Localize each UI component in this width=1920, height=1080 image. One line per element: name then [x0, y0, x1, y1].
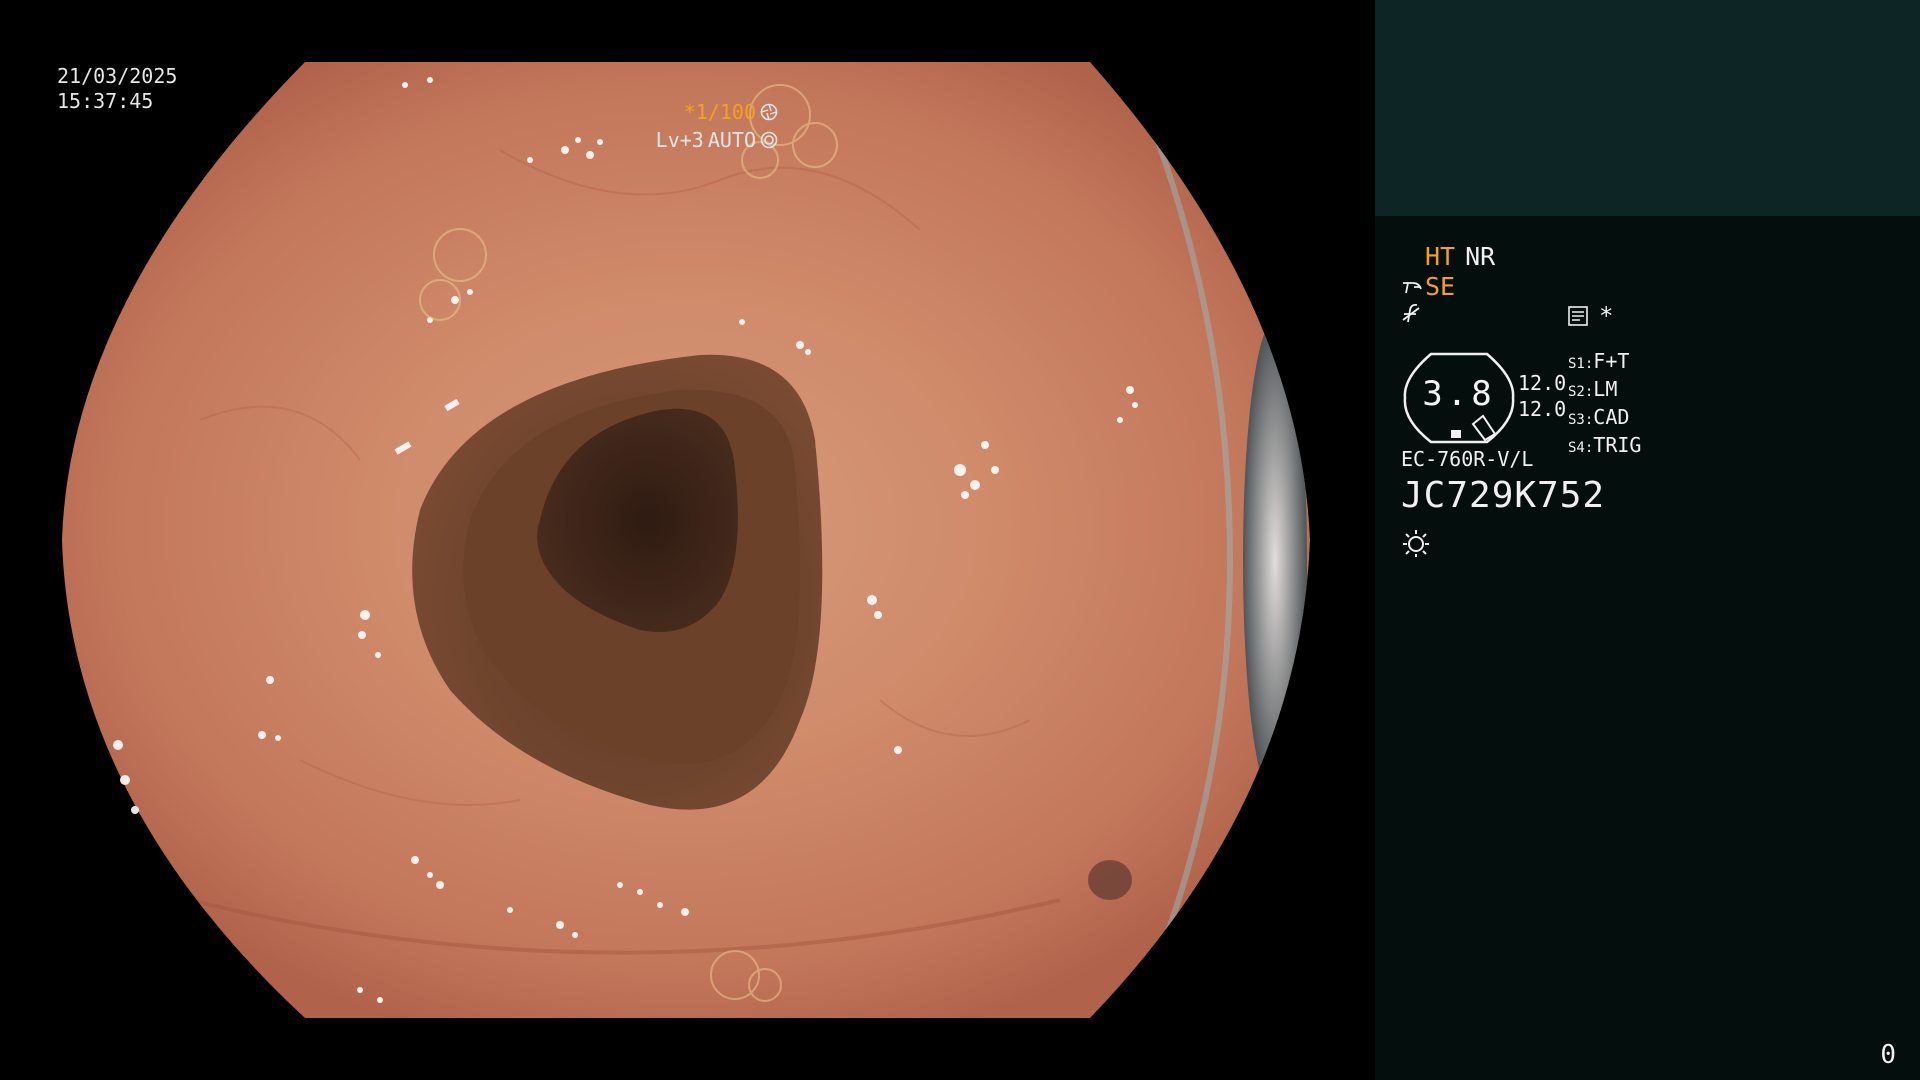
switch-assignments: S1:F+T S2:LM S3:CAD S4:TRIG: [1568, 349, 1641, 461]
exposure-settings: *1/100 Lv+3 AUTO: [656, 98, 778, 154]
frame-counter: 0: [1880, 1040, 1896, 1070]
iris-row: Lv+3 AUTO: [656, 126, 778, 154]
endoscope-monitor: 21/03/2025 15:37:45 *1/100 Lv+3 AUTO HT …: [0, 0, 1920, 1080]
system-status-row: *: [1567, 302, 1613, 330]
f-symbol-row: [1401, 302, 1423, 332]
info-header-area: [1375, 0, 1920, 216]
shutter-row: *1/100: [656, 98, 778, 126]
se-row: SE: [1401, 272, 1455, 301]
se-label: SE: [1425, 272, 1456, 301]
endoscopic-video-view: 21/03/2025 15:37:45 *1/100 Lv+3 AUTO: [0, 0, 1375, 1080]
lamp-icon: [1403, 281, 1422, 293]
date-time-readout: 21/03/2025 15:37:45: [57, 64, 177, 114]
mode-ht: HT: [1425, 242, 1456, 271]
time-text: 15:37:45: [57, 89, 154, 113]
gauge-bottom-value: 12.0: [1518, 397, 1567, 421]
gauge-values: 12.0 12.0: [1518, 370, 1566, 422]
slot-row: S1:F+T: [1568, 349, 1630, 373]
image-mode-row: HT NR: [1425, 242, 1505, 271]
system-star: *: [1599, 302, 1614, 330]
bend-gauge: 3.8: [1401, 350, 1517, 446]
info-panel: HT NR SE * 3.8 12.0 12.0 S1:F+T S2:LM S3…: [1375, 0, 1920, 1080]
slot-row: S4:TRIG: [1568, 433, 1642, 457]
scope-serial: JC729K752: [1401, 475, 1606, 516]
iris-level: Lv+3: [655, 128, 704, 152]
scope-model: EC-760R-V/L: [1401, 447, 1534, 471]
shutter-icon: [760, 103, 778, 121]
slot-row: S2:LM: [1568, 377, 1618, 401]
gauge-top-value: 12.0: [1518, 371, 1567, 395]
f-symbol-icon: [1402, 303, 1420, 323]
light-sun-icon: [1403, 530, 1429, 557]
document-icon: [1568, 306, 1588, 326]
date-text: 21/03/2025: [57, 64, 178, 88]
iris-icon: [760, 131, 778, 149]
gauge-value: 3.8: [1422, 374, 1496, 414]
mode-nr: NR: [1465, 242, 1496, 271]
slot-row: S3:CAD: [1568, 405, 1630, 429]
shutter-speed: *1/100: [683, 100, 756, 124]
endoscopic-image: [62, 62, 1310, 1018]
iris-mode: AUTO: [707, 128, 756, 152]
